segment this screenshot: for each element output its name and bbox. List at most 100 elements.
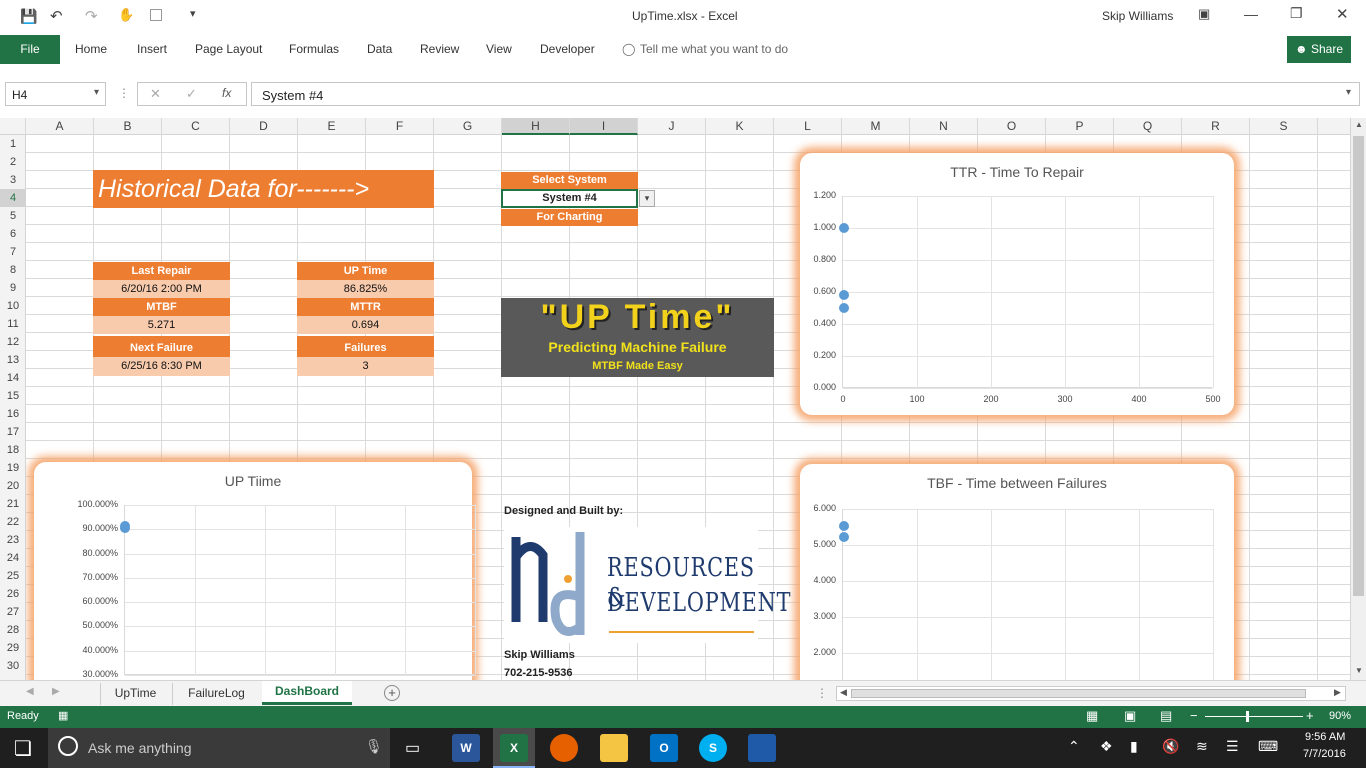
tab-page-layout[interactable]: Page Layout <box>195 42 262 56</box>
column-header-a[interactable]: A <box>26 118 94 135</box>
app-icon[interactable] <box>748 734 776 762</box>
windows-start-icon[interactable]: ❏ <box>14 736 32 761</box>
row-header-21[interactable]: 21 <box>0 495 26 513</box>
column-header-g[interactable]: G <box>434 118 502 135</box>
row-header-2[interactable]: 2 <box>0 153 26 171</box>
share-button[interactable]: ☻ Share <box>1287 36 1351 63</box>
scroll-right-icon[interactable]: ▶ <box>1334 687 1341 698</box>
undo-icon[interactable]: ↶ <box>50 7 63 25</box>
sheet-tab-dashboard[interactable]: DashBoard <box>262 681 352 705</box>
redo-icon[interactable]: ↷ <box>85 7 98 25</box>
tab-insert[interactable]: Insert <box>137 42 167 56</box>
column-header-c[interactable]: C <box>162 118 230 135</box>
row-header-16[interactable]: 16 <box>0 405 26 423</box>
chevron-down-icon[interactable]: ▾ <box>94 87 99 98</box>
h-scrollbar-thumb[interactable] <box>851 689 1306 698</box>
zoom-level[interactable]: 90% <box>1329 710 1351 722</box>
microphone-icon[interactable]: 🎙 <box>365 738 383 755</box>
show-hidden-icons-icon[interactable]: ⌃ <box>1068 738 1080 755</box>
page-layout-view-icon[interactable]: ▣ <box>1124 708 1136 724</box>
row-header-8[interactable]: 8 <box>0 261 26 279</box>
cancel-icon[interactable]: ✕ <box>150 86 161 102</box>
row-header-22[interactable]: 22 <box>0 513 26 531</box>
row-header-5[interactable]: 5 <box>0 207 26 225</box>
touch-mode-icon[interactable]: ✋ <box>118 7 134 23</box>
row-header-9[interactable]: 9 <box>0 279 26 297</box>
column-header-e[interactable]: E <box>298 118 366 135</box>
expand-formula-icon[interactable]: ▾ <box>1346 87 1351 98</box>
close-icon[interactable]: ✕ <box>1336 5 1349 23</box>
select-all-corner[interactable] <box>0 118 26 135</box>
uptime-logo-image[interactable]: "UP Time" Predicting Machine Failure MTB… <box>501 298 774 377</box>
keyboard-icon[interactable]: ⌨ <box>1258 738 1278 755</box>
row-header-19[interactable]: 19 <box>0 459 26 477</box>
tab-data[interactable]: Data <box>367 42 392 56</box>
data-point[interactable] <box>838 303 849 313</box>
scrollbar-thumb[interactable] <box>1353 136 1364 596</box>
column-header-h[interactable]: H <box>502 118 570 135</box>
column-header-l[interactable]: L <box>774 118 842 135</box>
normal-view-icon[interactable]: ▦ <box>1086 708 1098 724</box>
row-header-27[interactable]: 27 <box>0 603 26 621</box>
customize-qat-icon[interactable]: ▾ <box>190 7 196 20</box>
form-icon[interactable] <box>150 9 162 21</box>
data-point[interactable] <box>838 223 849 233</box>
vertical-scrollbar[interactable]: ▲ ▼ <box>1350 118 1366 680</box>
column-header-p[interactable]: P <box>1046 118 1114 135</box>
row-header-28[interactable]: 28 <box>0 621 26 639</box>
scroll-up-icon[interactable]: ▲ <box>1355 120 1363 129</box>
ribbon-display-icon[interactable]: ▣ <box>1198 6 1210 22</box>
tbf-chart[interactable]: TBF - Time between Failures 1.0002.0003.… <box>800 464 1234 680</box>
row-header-13[interactable]: 13 <box>0 351 26 369</box>
cortana-search-box[interactable]: Ask me anything 🎙 <box>48 728 390 768</box>
uptime-chart[interactable]: UP Tiime 30.000% 40.000% 50.000% 60.000% 70.… <box>34 462 476 680</box>
column-header-o[interactable]: O <box>978 118 1046 135</box>
zoom-in-icon[interactable]: + <box>1306 708 1314 723</box>
macro-record-icon[interactable]: ▦ <box>58 709 68 722</box>
data-point[interactable] <box>838 531 849 542</box>
column-header-i[interactable]: I <box>570 118 638 135</box>
row-header-30[interactable]: 30 <box>0 657 26 675</box>
insert-function-icon[interactable]: fx <box>222 86 231 100</box>
file-explorer-icon[interactable] <box>600 734 628 762</box>
data-point[interactable] <box>120 523 130 534</box>
row-header-14[interactable]: 14 <box>0 369 26 387</box>
row-header-18[interactable]: 18 <box>0 441 26 459</box>
outlook-icon[interactable]: O <box>650 734 678 762</box>
column-header-j[interactable]: J <box>638 118 706 135</box>
column-header-q[interactable]: Q <box>1114 118 1182 135</box>
dropbox-icon[interactable]: ❖ <box>1100 738 1113 755</box>
zoom-slider-handle[interactable] <box>1246 711 1249 722</box>
clock-time[interactable]: 9:56 AM <box>1305 731 1345 743</box>
row-header-20[interactable]: 20 <box>0 477 26 495</box>
tab-home[interactable]: Home <box>75 42 107 56</box>
row-header-23[interactable]: 23 <box>0 531 26 549</box>
column-header-k[interactable]: K <box>706 118 774 135</box>
row-header-12[interactable]: 12 <box>0 333 26 351</box>
data-point[interactable] <box>838 520 849 531</box>
clock-date[interactable]: 7/7/2016 <box>1303 748 1346 760</box>
row-header-29[interactable]: 29 <box>0 639 26 657</box>
firefox-icon[interactable] <box>550 734 578 762</box>
zoom-out-icon[interactable]: − <box>1190 708 1198 723</box>
row-header-6[interactable]: 6 <box>0 225 26 243</box>
formula-input[interactable]: System #4 ▾ <box>251 82 1360 106</box>
horizontal-scrollbar[interactable]: ◀ <box>836 686 1346 701</box>
prev-sheet-icon[interactable]: ◀ <box>26 686 34 697</box>
data-point[interactable] <box>838 290 849 301</box>
battery-icon[interactable]: ▮ <box>1130 738 1138 755</box>
system-select-cell[interactable]: System #4 <box>501 189 638 208</box>
user-name[interactable]: Skip Williams <box>1102 9 1173 23</box>
tab-file[interactable]: File <box>0 35 60 64</box>
name-box[interactable]: H4 ▾ <box>5 82 106 106</box>
row-header-11[interactable]: 11 <box>0 315 26 333</box>
ttr-chart[interactable]: TTR - Time To Repair 0.000 0.200 0.400 0.60… <box>800 153 1234 415</box>
notifications-icon[interactable]: ☰ <box>1226 738 1239 755</box>
save-icon[interactable]: 💾 <box>20 8 37 25</box>
minimize-icon[interactable]: — <box>1244 6 1258 22</box>
column-header-m[interactable]: M <box>842 118 910 135</box>
enter-icon[interactable]: ✓ <box>186 86 197 102</box>
row-header-15[interactable]: 15 <box>0 387 26 405</box>
scroll-down-icon[interactable]: ▼ <box>1355 666 1363 675</box>
volume-muted-icon[interactable]: 🔇 <box>1162 738 1179 755</box>
